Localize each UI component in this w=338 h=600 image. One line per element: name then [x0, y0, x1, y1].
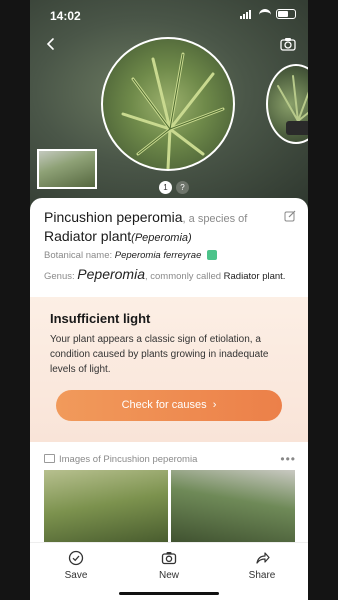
photo-pager[interactable]: 1 ?	[159, 181, 189, 194]
camera-icon[interactable]	[280, 37, 296, 51]
new-label: New	[158, 570, 179, 581]
pager-dot-current[interactable]: 1	[159, 181, 172, 194]
genus-common-name: Radiator plant.	[223, 271, 286, 282]
share-icon	[256, 552, 270, 564]
botanical-name-row: Botanical name: Peperomia ferreyrae	[44, 250, 218, 261]
save-label: Save	[64, 570, 88, 581]
check-causes-button[interactable]: Check for causes ›	[56, 390, 282, 421]
gallery-title: Images of Pincushion peperomia	[59, 454, 198, 465]
genus-connector: , commonly called	[144, 271, 222, 282]
gallery-header: Images of Pincushion peperomia •••	[44, 452, 296, 466]
plant-leaves-illustration	[121, 52, 225, 169]
diagnosis-alert: Insufficient light Your plant appears a …	[30, 297, 308, 442]
signal-icon	[240, 9, 254, 19]
status-time: 14:02	[50, 9, 81, 23]
check-causes-label: Check for causes	[121, 399, 207, 411]
result-card: Pincushion peperomia, a species of Radia…	[30, 198, 308, 600]
plant-name: Pincushion peperomia	[44, 209, 183, 225]
status-bar: 14:02	[30, 0, 308, 30]
plant-leaves-illustration	[277, 75, 308, 135]
main-plant-photo[interactable]	[101, 37, 235, 171]
device-frame-right	[308, 0, 338, 600]
species-connector: , a species of	[182, 213, 248, 225]
status-icons	[240, 9, 296, 19]
botanical-value: Peperomia ferreyrae	[114, 250, 202, 261]
user-photo-thumbnail[interactable]	[37, 149, 97, 189]
checkmark-circle-icon	[68, 550, 84, 566]
genus-value[interactable]: Peperomia	[77, 266, 145, 282]
botanical-info-icon[interactable]	[207, 250, 218, 261]
plant-title: Pincushion peperomia, a species of Radia…	[44, 209, 284, 247]
alert-body: Your plant appears a classic sign of eti…	[50, 334, 269, 375]
alert-title: Insufficient light	[50, 311, 151, 326]
pager-dot-other[interactable]: ?	[176, 181, 189, 194]
genus-row: Genus: Peperomia, commonly called Radiat…	[44, 266, 285, 282]
secondary-plant-photo[interactable]	[266, 64, 308, 144]
app-screen: 14:02 1 ? Pincushion peperomia, a specie…	[30, 0, 308, 600]
battery-icon	[276, 9, 296, 19]
home-indicator	[119, 592, 219, 595]
back-arrow-icon[interactable]	[44, 37, 58, 51]
device-frame-left	[0, 0, 30, 600]
share-label: Share	[248, 570, 276, 581]
wifi-icon	[259, 9, 271, 19]
botanical-label: Botanical name:	[44, 250, 113, 261]
new-button[interactable]: New	[139, 550, 199, 581]
genus-label: Genus:	[44, 271, 75, 282]
species-latin: (Peperomia)	[131, 232, 192, 244]
species-name: Radiator plant	[44, 228, 132, 244]
edit-icon[interactable]	[284, 210, 296, 222]
share-button[interactable]: Share	[232, 550, 292, 581]
camera-icon	[161, 552, 177, 565]
bottom-tab-bar: Save New Share	[30, 542, 308, 600]
image-icon	[44, 454, 55, 463]
gallery-image[interactable]	[171, 470, 295, 548]
gallery-image[interactable]	[44, 470, 168, 548]
more-icon[interactable]: •••	[280, 452, 296, 466]
save-button[interactable]: Save	[46, 550, 106, 581]
hero-photo-area: 14:02 1 ?	[30, 0, 308, 205]
chevron-right-icon: ›	[209, 399, 217, 411]
